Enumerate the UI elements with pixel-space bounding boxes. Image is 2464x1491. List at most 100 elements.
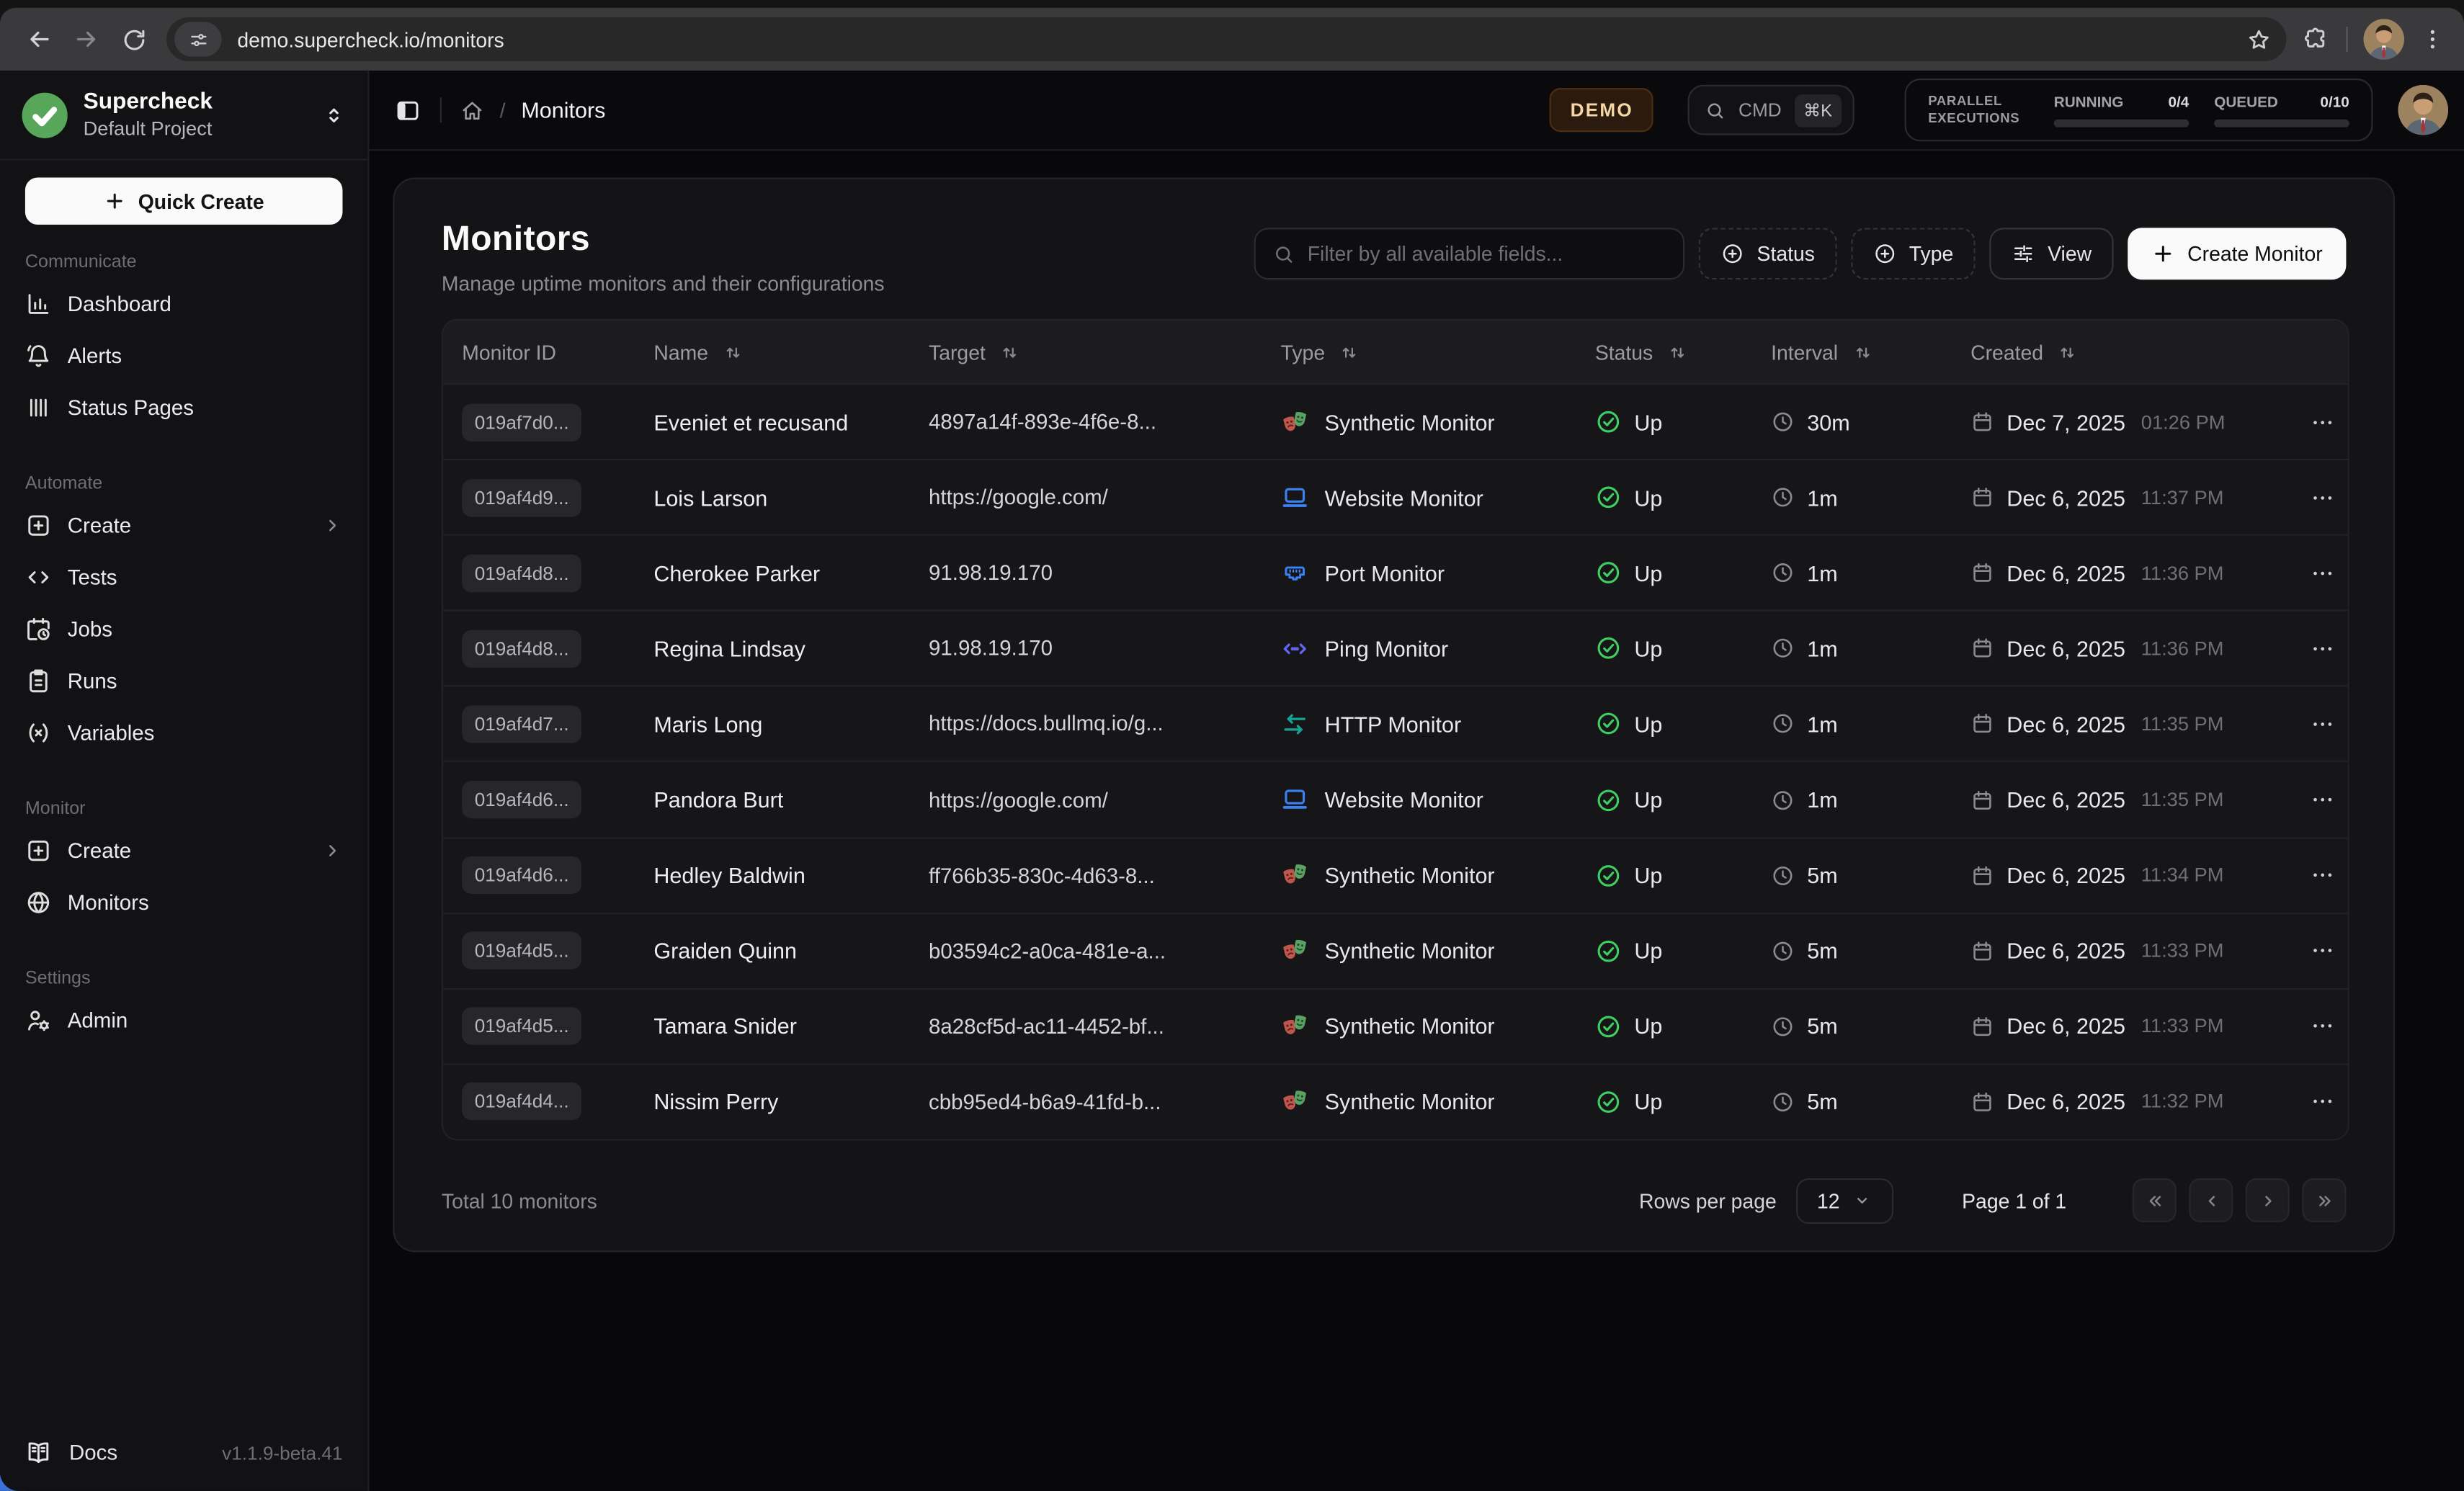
table-body: 019af7d0... Eveniet et recusand 4897a14f… xyxy=(443,383,2348,1139)
command-search-button[interactable]: CMD ⌘K xyxy=(1688,85,1854,135)
status-up-icon xyxy=(1595,635,1622,662)
table-row[interactable]: 019af4d5... Tamara Snider 8a28cf5d-ac11-… xyxy=(443,988,2348,1063)
column-name[interactable]: Name xyxy=(653,340,929,364)
chevrons-up-down-icon[interactable] xyxy=(322,103,346,127)
column-status[interactable]: Status xyxy=(1595,340,1771,364)
row-actions-button[interactable] xyxy=(2310,712,2335,737)
table-row[interactable]: 019af4d6... Pandora Burt https://google.… xyxy=(443,761,2348,837)
filter-field[interactable] xyxy=(1254,228,1685,279)
home-icon[interactable] xyxy=(460,98,484,122)
toolbar-divider xyxy=(2346,27,2347,52)
docs-link[interactable]: Docs xyxy=(69,1441,117,1464)
browser-profile-avatar[interactable] xyxy=(2363,19,2404,60)
extensions-icon[interactable] xyxy=(2302,25,2330,53)
sidebar-item-variables[interactable]: Variables xyxy=(12,707,354,759)
row-actions-button[interactable] xyxy=(2310,863,2335,888)
user-gear-icon xyxy=(25,1007,52,1034)
section-label-automate: Automate xyxy=(25,475,343,493)
column-created[interactable]: Created xyxy=(1970,340,2291,364)
monitors-card: Monitors Manage uptime monitors and thei… xyxy=(393,177,2395,1252)
sidebar-item-create-monitor[interactable]: Create xyxy=(12,825,354,877)
column-type[interactable]: Type xyxy=(1281,340,1595,364)
status-text: Up xyxy=(1634,863,1662,888)
sidebar-item-dashboard[interactable]: Dashboard xyxy=(12,278,354,330)
panel-left-icon[interactable] xyxy=(394,97,421,123)
reload-icon[interactable] xyxy=(110,16,157,63)
url-text[interactable]: demo.supercheck.io/monitors xyxy=(237,27,2245,51)
sidebar-item-create-automation[interactable]: Create xyxy=(12,500,354,552)
app-version: v1.1.9-beta.41 xyxy=(222,1441,342,1464)
view-button[interactable]: View xyxy=(1989,228,2113,279)
table-row[interactable]: 019af4d8... Cherokee Parker 91.98.19.170 xyxy=(443,534,2348,610)
column-interval[interactable]: Interval xyxy=(1771,340,1970,364)
row-actions-button[interactable] xyxy=(2310,939,2335,964)
status-filter-button[interactable]: Status xyxy=(1699,228,1837,279)
type-filter-button[interactable]: Type xyxy=(1851,228,1976,279)
synthetic-monitor-icon xyxy=(1281,408,1309,436)
first-page-button[interactable] xyxy=(2133,1179,2177,1223)
table-row[interactable]: 019af4d7... Maris Long https://docs.bull… xyxy=(443,686,2348,761)
sort-icon[interactable] xyxy=(1667,341,1687,362)
project-switcher[interactable]: Supercheck Default Project xyxy=(0,71,367,160)
sidebar-item-runs[interactable]: Runs xyxy=(12,655,354,707)
row-actions-button[interactable] xyxy=(2310,485,2335,510)
calendar-icon xyxy=(1970,788,1994,812)
last-page-button[interactable] xyxy=(2302,1179,2346,1223)
table-row[interactable]: 019af4d6... Hedley Baldwin ff766b35-830c… xyxy=(443,837,2348,913)
row-actions-button[interactable] xyxy=(2310,1013,2335,1039)
chart-icon xyxy=(25,291,52,318)
status-text: Up xyxy=(1634,1013,1662,1039)
sort-icon[interactable] xyxy=(1000,341,1020,362)
status-up-icon xyxy=(1595,560,1622,586)
back-icon[interactable] xyxy=(16,16,63,63)
sort-icon[interactable] xyxy=(1852,341,1872,362)
sidebar-item-alerts[interactable]: Alerts xyxy=(12,330,354,382)
browser-menu-icon[interactable] xyxy=(2420,27,2445,52)
rows-per-page-select[interactable]: 12 xyxy=(1795,1178,1893,1224)
next-page-button[interactable] xyxy=(2246,1179,2290,1223)
row-actions-button[interactable] xyxy=(2310,560,2335,586)
sort-icon[interactable] xyxy=(723,341,743,362)
filter-input[interactable] xyxy=(1308,242,1666,266)
site-settings-icon[interactable] xyxy=(174,22,221,57)
org-name: Supercheck xyxy=(84,89,323,117)
created-time: 11:33 PM xyxy=(2141,940,2224,962)
column-target[interactable]: Target xyxy=(929,340,1281,364)
forward-icon[interactable] xyxy=(63,16,110,63)
table-row[interactable]: 019af4d9... Lois Larson https://google.c… xyxy=(443,459,2348,534)
created-date: Dec 6, 2025 xyxy=(2007,1013,2125,1039)
clock-icon xyxy=(1771,864,1795,887)
sidebar-item-status-pages[interactable]: Status Pages xyxy=(12,382,354,434)
sort-icon[interactable] xyxy=(2058,341,2078,362)
calendar-icon xyxy=(1970,1015,1994,1039)
monitor-name: Tamara Snider xyxy=(653,1013,929,1039)
table-row[interactable]: 019af4d4... Nissim Perry cbb95ed4-b6a9-4… xyxy=(443,1063,2348,1139)
monitor-target: 91.98.19.170 xyxy=(929,561,1281,585)
create-monitor-button[interactable]: Create Monitor xyxy=(2128,228,2346,279)
sidebar-item-jobs[interactable]: Jobs xyxy=(12,604,354,655)
row-actions-button[interactable] xyxy=(2310,636,2335,661)
table-row[interactable]: 019af4d5... Graiden Quinn b03594c2-a0ca-… xyxy=(443,912,2348,988)
url-bar[interactable]: demo.supercheck.io/monitors xyxy=(166,17,2286,61)
user-avatar[interactable] xyxy=(2398,85,2448,135)
interval-text: 5m xyxy=(1807,939,1837,964)
sidebar-item-admin[interactable]: Admin xyxy=(12,995,354,1047)
quick-create-button[interactable]: Quick Create xyxy=(25,177,343,224)
screen: demo.supercheck.io/monitors xyxy=(0,0,2464,1491)
synthetic-monitor-icon xyxy=(1281,861,1309,889)
sidebar-item-monitors[interactable]: Monitors xyxy=(12,877,354,928)
created-date: Dec 6, 2025 xyxy=(2007,1089,2125,1114)
chevron-right-icon xyxy=(322,515,342,535)
row-actions-button[interactable] xyxy=(2310,787,2335,812)
previous-page-button[interactable] xyxy=(2189,1179,2233,1223)
table-row[interactable]: 019af7d0... Eveniet et recusand 4897a14f… xyxy=(443,383,2348,459)
row-actions-button[interactable] xyxy=(2310,409,2335,434)
bookmark-star-icon[interactable] xyxy=(2246,26,2272,53)
monitor-target: 8a28cf5d-ac11-4452-bf... xyxy=(929,1015,1281,1039)
sidebar-item-tests[interactable]: Tests xyxy=(12,552,354,604)
table-row[interactable]: 019af4d8... Regina Lindsay 91.98.19.170 xyxy=(443,610,2348,686)
sort-icon[interactable] xyxy=(1339,341,1360,362)
created-date: Dec 6, 2025 xyxy=(2007,485,2125,510)
row-actions-button[interactable] xyxy=(2310,1089,2335,1114)
column-monitor-id: Monitor ID xyxy=(462,340,653,364)
